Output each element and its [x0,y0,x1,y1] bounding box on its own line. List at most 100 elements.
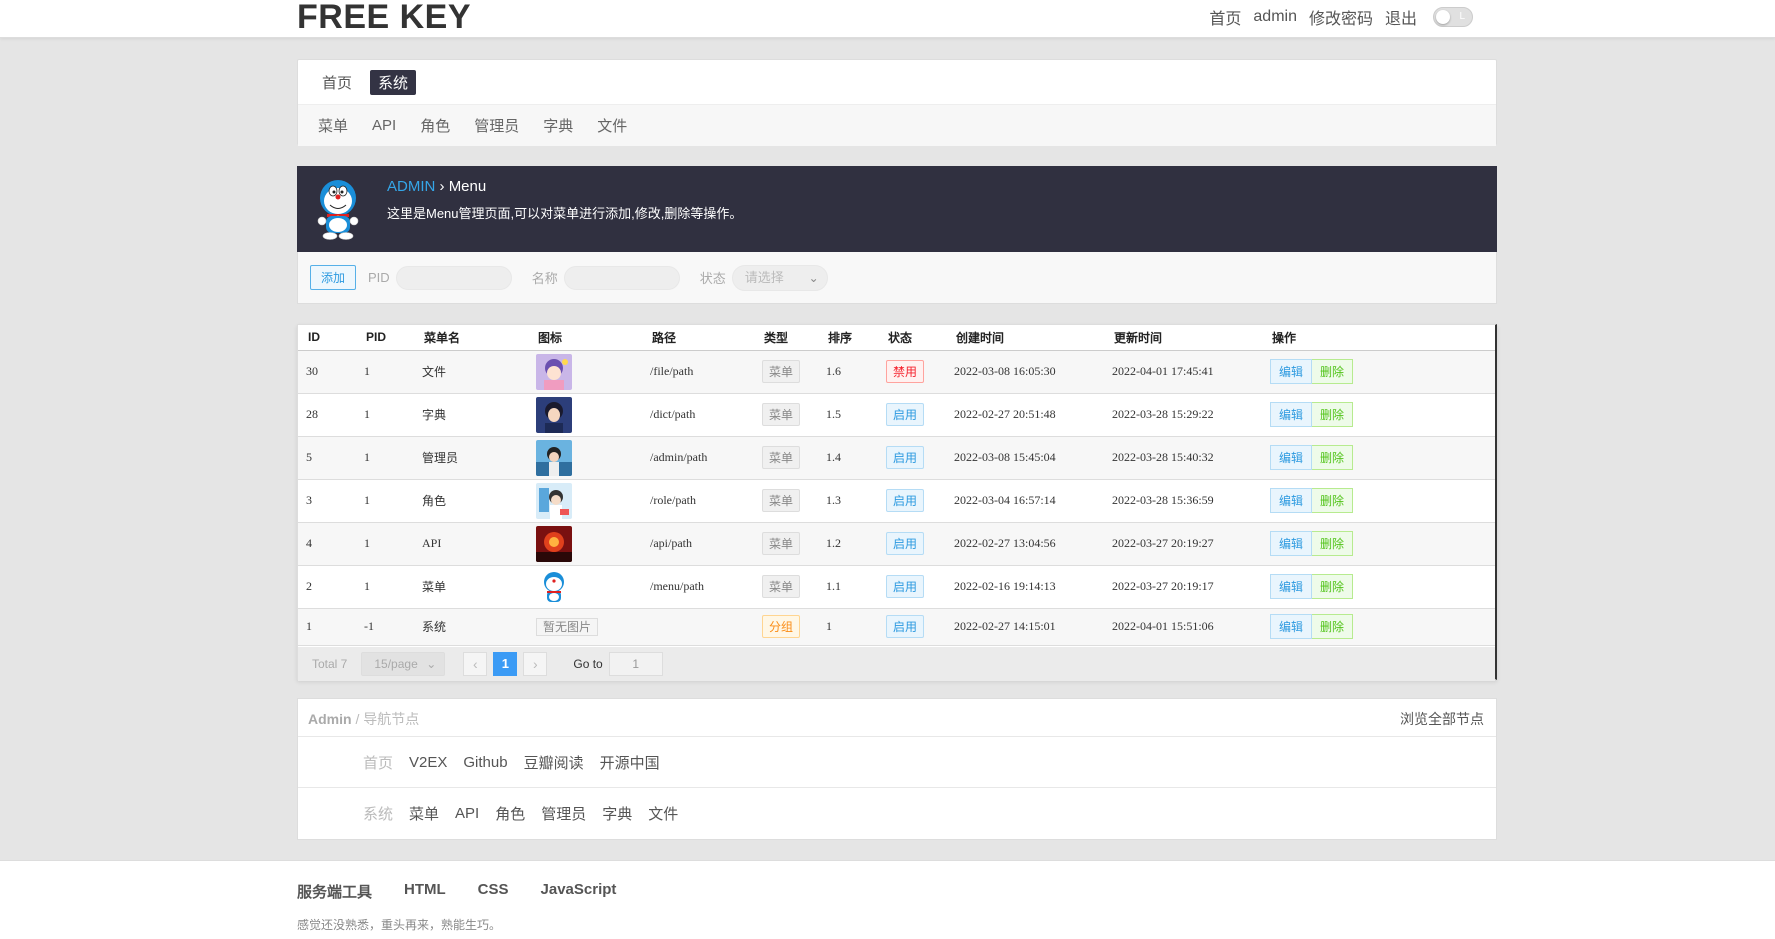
cell-type: 菜单 [754,350,818,394]
sitemap-link[interactable]: 字典 [602,803,632,824]
cell-status: 启用 [878,522,946,566]
cell-icon: 暂无图片 [528,608,642,646]
cell-id: 28 [298,393,356,437]
cell-status: 禁用 [878,350,946,394]
subnav-admin[interactable]: 管理员 [474,115,519,136]
subnav-file[interactable]: 文件 [597,115,627,136]
next-page-button[interactable]: › [523,652,548,676]
cell-id: 2 [298,565,356,609]
theme-toggle[interactable]: L [1433,7,1473,27]
pagination: Total 7 15/page ⌄ ‹ 1 › Go to 1 [298,647,1495,681]
pid-input[interactable] [395,265,512,290]
delete-button[interactable]: 删除 [1312,614,1354,639]
breadcrumb-root[interactable]: ADMIN [387,178,435,195]
cell-type: 菜单 [754,565,818,609]
cell-icon [528,522,642,566]
filter-bar: 添加 PID 名称 状态 请选择 ⌄ [297,252,1497,304]
delete-button[interactable]: 删除 [1312,488,1354,513]
cell-updated: 2022-03-27 20:19:17 [1104,565,1262,609]
footer-link[interactable]: HTML [404,881,446,902]
edit-button[interactable]: 编辑 [1270,614,1313,639]
doraemon-icon [317,180,359,240]
sitemap-link[interactable]: V2EX [409,754,447,771]
delete-button[interactable]: 删除 [1312,445,1354,470]
cell-status: 启用 [878,393,946,437]
sitemap-link[interactable]: 文件 [648,803,678,824]
sitemap-link[interactable]: Github [463,754,507,771]
subnav-menu[interactable]: 菜单 [318,115,348,136]
cell-pid: 1 [356,565,414,609]
subnav-dict[interactable]: 字典 [543,115,573,136]
top-nav: 首页 admin 修改密码 退出 L [1197,0,1473,34]
cell-status: 启用 [878,608,946,646]
col-pid: PID [356,325,414,351]
brand-logo[interactable]: FREE KEY [297,0,471,34]
cell-created: 2022-03-08 15:45:04 [946,436,1104,480]
sitemap-row-head[interactable]: 首页 [363,752,393,773]
sitemap-link[interactable]: 角色 [495,803,525,824]
browse-all-link[interactable]: 浏览全部节点 [1400,709,1484,729]
status-badge: 禁用 [886,360,925,383]
status-select[interactable]: 请选择 ⌄ [731,264,828,291]
name-label: 名称 [531,271,558,286]
cell-name: 管理员 [414,436,528,480]
footer-link[interactable]: JavaScript [541,881,617,902]
goto-page-input[interactable]: 1 [608,652,663,676]
footer-link[interactable]: 服务端工具 [297,881,372,902]
delete-button[interactable]: 删除 [1312,402,1354,427]
sitemap-row-head[interactable]: 系统 [363,803,393,824]
row-actions: 编辑 删除 [1270,402,1354,427]
cell-type: 菜单 [754,522,818,566]
add-button[interactable]: 添加 [310,265,357,290]
sitemap-title-page: 导航节点 [363,711,420,727]
edit-button[interactable]: 编辑 [1270,488,1313,513]
edit-button[interactable]: 编辑 [1270,574,1313,599]
edit-button[interactable]: 编辑 [1270,445,1313,470]
cell-name: 系统 [414,608,528,646]
status-badge: 启用 [886,489,925,512]
top-nav-logout[interactable]: 退出 [1385,5,1417,29]
sitemap-link[interactable]: 开源中国 [600,752,660,773]
sitemap-row-home: 首页 V2EX Github 豆瓣阅读 开源中国 [298,737,1496,788]
delete-button[interactable]: 删除 [1312,531,1354,556]
col-actions: 操作 [1262,325,1495,351]
table-row: 5 1 管理员 /admin/path 菜单 1.4 启用 2022-03-08… [298,436,1495,480]
top-nav-user[interactable]: admin [1253,8,1297,26]
sitemap-row-system: 系统 菜单 API 角色 管理员 字典 文件 [298,788,1496,839]
delete-button[interactable]: 删除 [1312,574,1354,599]
prev-page-button[interactable]: ‹ [463,652,488,676]
edit-button[interactable]: 编辑 [1270,531,1313,556]
cell-icon [528,350,642,394]
delete-button[interactable]: 删除 [1312,359,1354,384]
page-button-current[interactable]: 1 [493,652,518,676]
footer-link[interactable]: CSS [478,881,509,902]
page-footer: 服务端工具 HTML CSS JavaScript 感觉还没熟悉，重头再来，熟能… [0,860,1775,939]
nav-tab-system[interactable]: 系统 [370,69,417,95]
col-updated: 更新时间 [1104,325,1262,351]
sitemap-link[interactable]: 豆瓣阅读 [524,752,584,773]
top-nav-change-password[interactable]: 修改密码 [1309,5,1373,29]
red-sky-thumb-icon [536,525,641,562]
sitemap-link[interactable]: 管理员 [541,803,586,824]
sitemap-link[interactable]: API [455,805,479,822]
page-size-select[interactable]: 15/page ⌄ [361,652,446,676]
edit-button[interactable]: 编辑 [1270,359,1313,384]
sitemap-title-root[interactable]: Admin [308,711,352,727]
edit-button[interactable]: 编辑 [1270,402,1313,427]
status-badge: 启用 [886,403,925,426]
cell-path: /role/path [642,479,754,523]
sky-character-thumb-icon [536,439,641,476]
sitemap-link[interactable]: 菜单 [409,803,439,824]
col-path: 路径 [642,325,754,351]
subnav-api[interactable]: API [372,117,396,134]
name-input[interactable] [563,265,680,290]
footer-note: 感觉还没熟悉，重头再来，熟能生巧。 [297,918,502,932]
cell-pid: 1 [356,350,414,394]
nav-tab-home[interactable]: 首页 [314,70,360,95]
type-badge: 菜单 [762,403,801,426]
cell-id: 5 [298,436,356,480]
top-nav-home[interactable]: 首页 [1209,5,1241,29]
subnav-role[interactable]: 角色 [420,115,450,136]
cell-updated: 2022-03-27 20:19:27 [1104,522,1262,566]
cell-type: 分组 [754,608,818,646]
